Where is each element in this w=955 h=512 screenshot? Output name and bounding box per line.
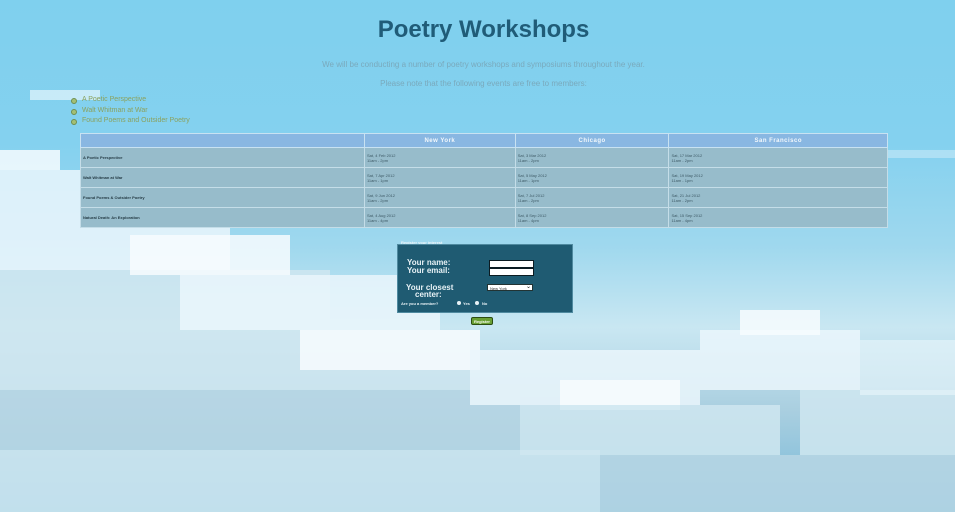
column-header-san-francisco: San Francisco	[668, 133, 888, 148]
center-select[interactable]: New York ⌄	[487, 284, 533, 291]
member-yes-radio[interactable]	[457, 301, 461, 305]
row-title: A Poetic Perspective	[80, 147, 365, 168]
table-cell: Sat, 3 Mar 2012 11am - 2pm	[514, 147, 670, 168]
table-cell: Sat, 7 Jul 2012 11am - 2pm	[514, 187, 670, 208]
email-input[interactable]	[489, 268, 534, 276]
registration-form: Your name: Your email: Your closest cent…	[397, 244, 573, 313]
member-no-radio[interactable]	[475, 301, 479, 305]
table-cell: Sat, 4 Aug 2012 11am - 4pm	[364, 207, 516, 228]
table-row: Natural Death: An Exploration Sat, 4 Aug…	[80, 207, 888, 228]
page: Poetry Workshops We will be conducting a…	[0, 0, 955, 512]
table-row: A Poetic Perspective Sat, 4 Feb 2012 11am…	[80, 147, 888, 168]
table-cell: Sat, 15 Sep 2012 11am - 4pm	[668, 207, 888, 228]
column-header-chicago: Chicago	[514, 133, 670, 148]
table-row: Walt Whitman at War Sat, 7 Apr 2012 11am …	[80, 167, 888, 188]
column-header-new-york: New York	[364, 133, 516, 148]
workshop-list: A Poetic Perspective Walt Whitman at War…	[71, 95, 190, 127]
chevron-down-icon: ⌄	[525, 284, 531, 290]
member-no-label: No	[482, 301, 488, 306]
row-title: Found Poems & Outsider Poetry	[80, 187, 365, 208]
table-cell: Sat, 19 May 2012 11am - 1pm	[668, 167, 888, 188]
table-header-row: New York Chicago San Francisco	[80, 133, 888, 148]
table-cell: Sat, 9 Jun 2012 11am - 2pm	[364, 187, 516, 208]
column-header-blank	[80, 133, 365, 148]
list-item: Found Poems and Outsider Poetry	[71, 116, 190, 127]
email-label: Your email:	[407, 266, 450, 275]
page-title: Poetry Workshops	[377, 16, 590, 43]
events-table: New York Chicago San Francisco A Poetic …	[80, 133, 888, 228]
table-cell: Sat, 4 Feb 2012 11am - 2pm	[364, 147, 516, 168]
center-label-cont: center:	[415, 290, 442, 299]
table-cell: Sat, 5 May 2012 11am - 1pm	[514, 167, 670, 188]
list-item: Walt Whitman at War	[71, 106, 190, 117]
table-cell: Sat, 21 Jul 2012 11am - 2pm	[668, 187, 888, 208]
list-item: A Poetic Perspective	[71, 95, 190, 106]
member-question: Are you a member?	[401, 301, 439, 306]
center-selected-value: New York	[490, 286, 507, 291]
row-title: Walt Whitman at War	[80, 167, 365, 188]
members-note: Please note that the following events ar…	[380, 79, 587, 88]
member-yes-label: Yes	[463, 301, 470, 306]
row-title: Natural Death: An Exploration	[80, 207, 365, 228]
table-cell: Sat, 8 Sep 2012 11am - 4pm	[514, 207, 670, 228]
table-cell: Sat, 17 Mar 2012 11am - 2pm	[668, 147, 888, 168]
name-input[interactable]	[489, 260, 534, 268]
intro-text: We will be conducting a number of poetry…	[322, 60, 645, 69]
register-button[interactable]: Register	[471, 317, 493, 325]
table-cell: Sat, 7 Apr 2012 11am - 1pm	[364, 167, 516, 188]
table-row: Found Poems & Outsider Poetry Sat, 9 Jun…	[80, 187, 888, 208]
